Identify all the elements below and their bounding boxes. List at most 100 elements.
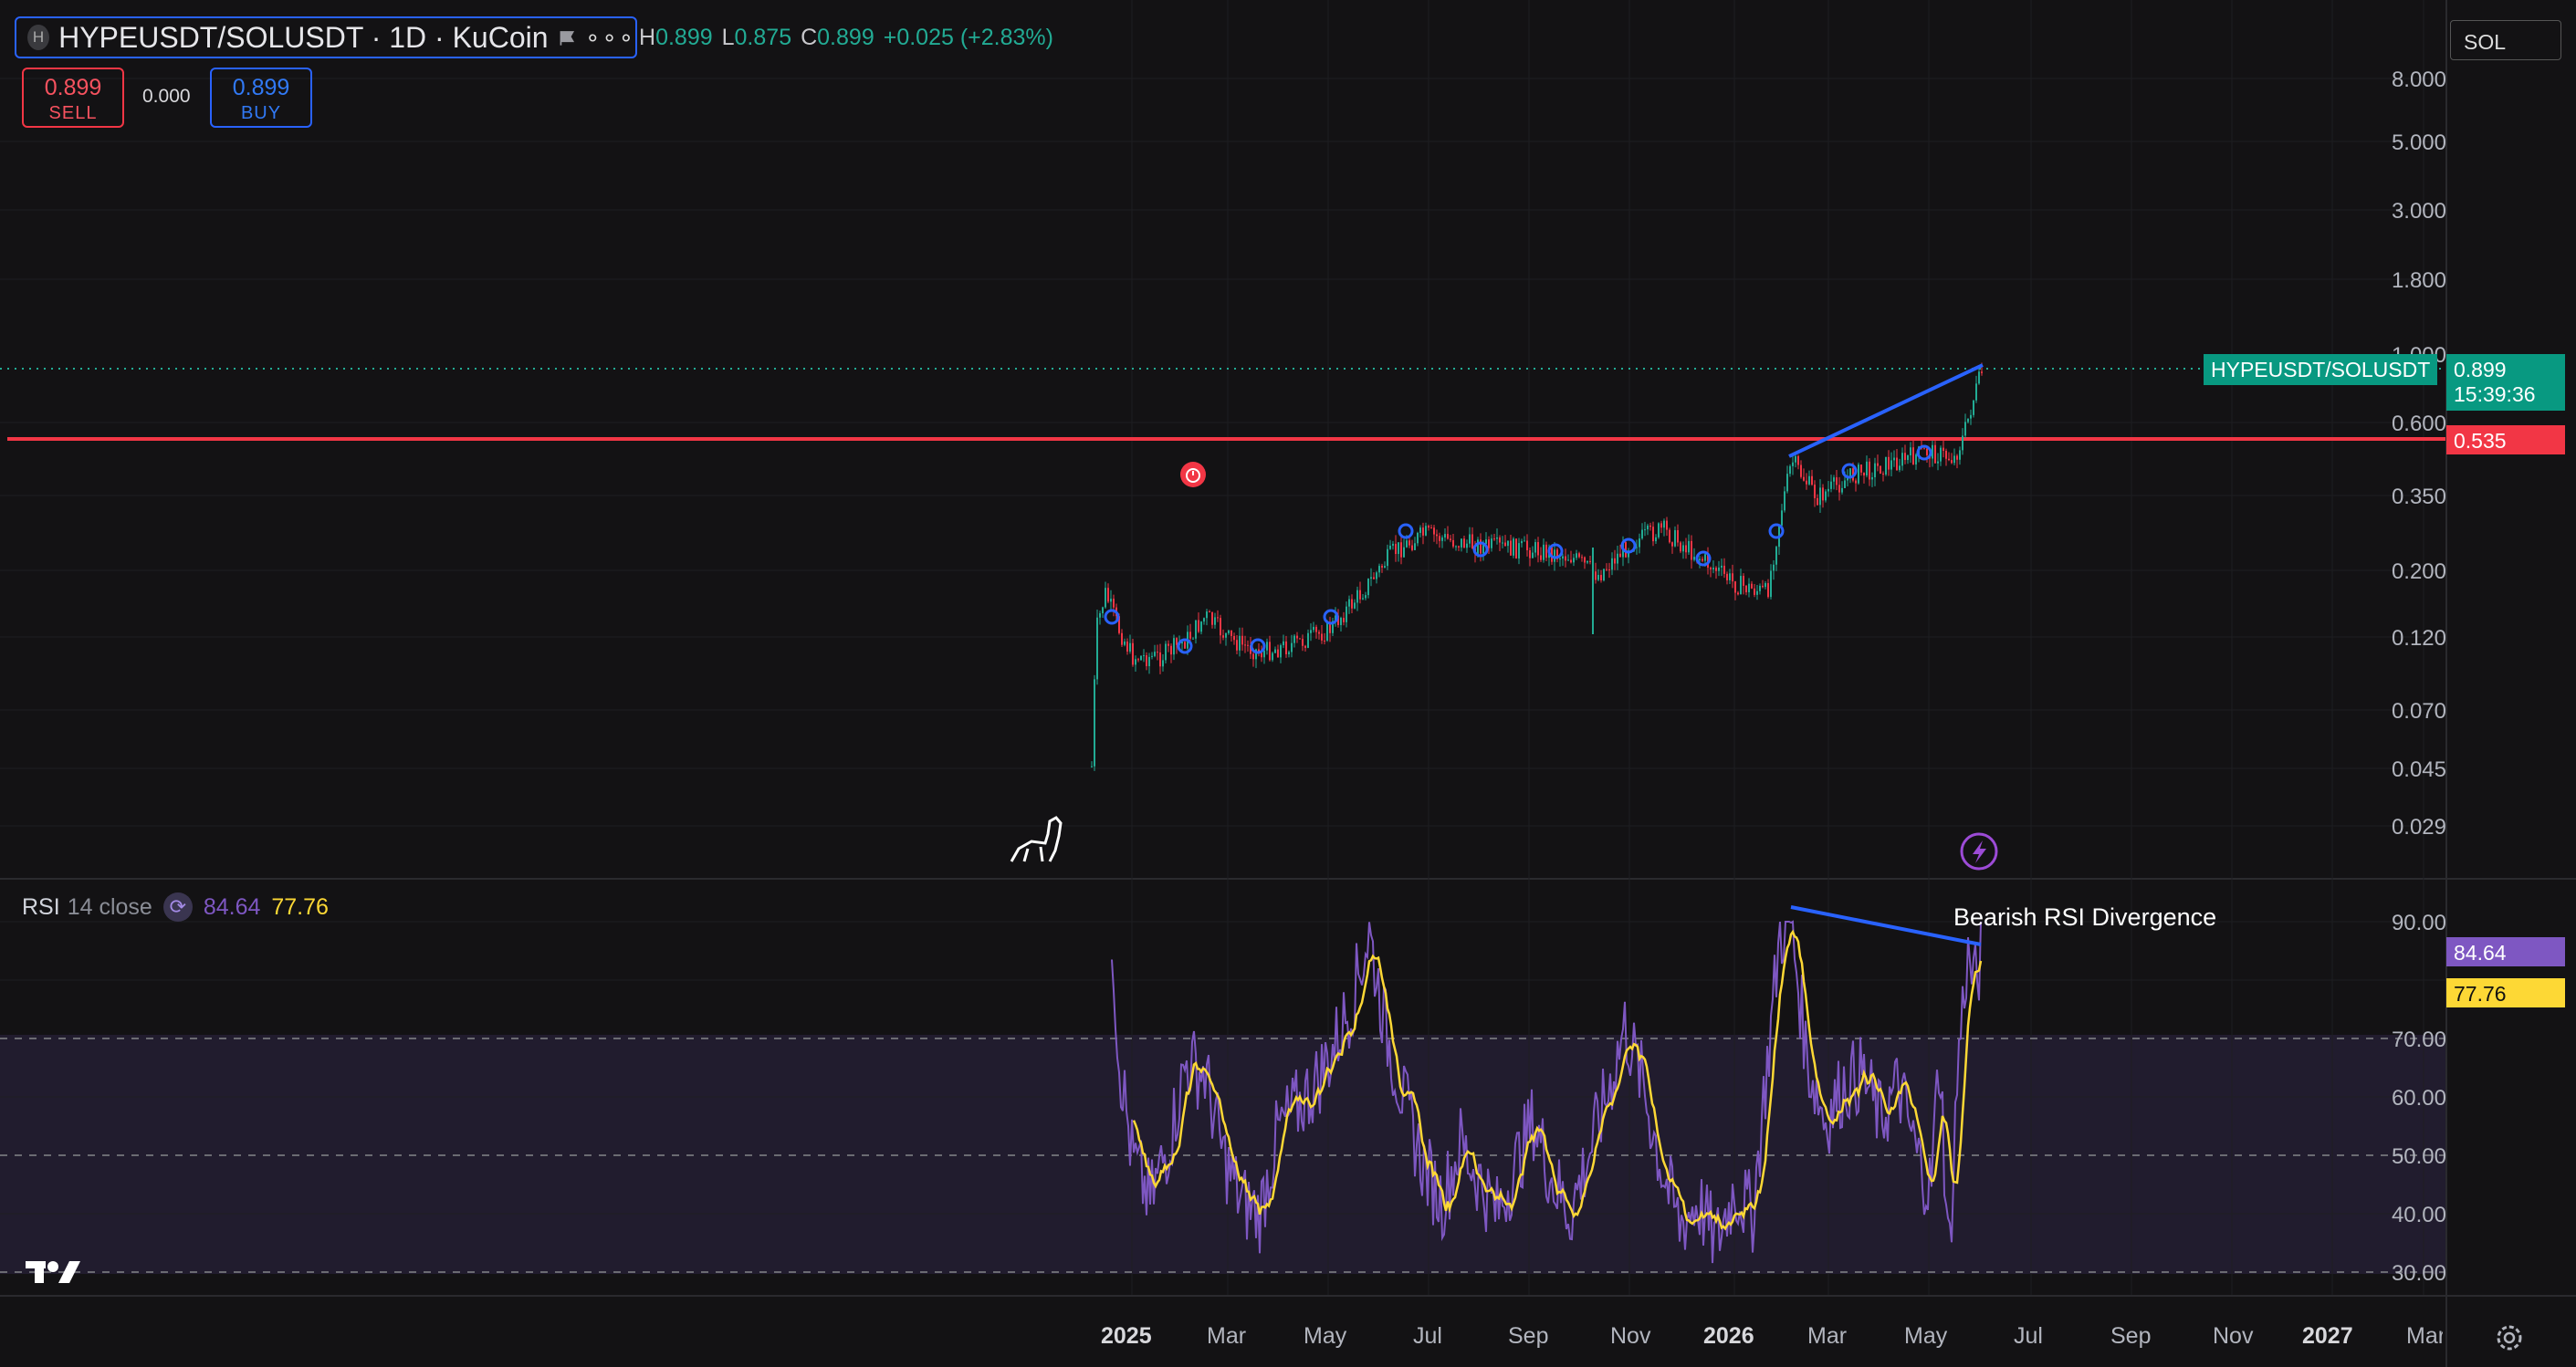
candle-body [1784, 491, 1785, 511]
candle-body [1094, 679, 1095, 767]
price-tick: 5.000 [2391, 130, 2446, 155]
candle-body [1674, 530, 1676, 547]
candle-body [1230, 630, 1232, 636]
candle-body [1970, 414, 1972, 419]
sell-button[interactable]: 0.899 SELL [22, 68, 124, 128]
candle-body [1737, 592, 1739, 595]
candle-body [1124, 642, 1126, 645]
candle-body [1611, 558, 1613, 570]
candle-body [1586, 560, 1588, 563]
settings-gear-icon[interactable] [2497, 1325, 2522, 1351]
candle-body [1734, 581, 1736, 593]
candle-body [1671, 542, 1673, 547]
candle-body [1786, 474, 1788, 492]
candle-body [1655, 537, 1657, 542]
candle-body [1751, 583, 1753, 589]
candle-body [1214, 617, 1216, 625]
candle-body [1504, 542, 1506, 547]
candle-body [1277, 649, 1279, 658]
candle-body [1310, 630, 1312, 633]
candle-body [1266, 642, 1268, 651]
candle-body [1677, 530, 1679, 543]
currency-selector[interactable]: SOL [2450, 20, 2561, 60]
rsi-trendline[interactable] [1790, 905, 1982, 946]
rsi-tick: 70.00 [2391, 1028, 2446, 1052]
candle-body [1518, 543, 1520, 558]
candle-body [1302, 638, 1304, 646]
price-tick: 0.350 [2391, 485, 2446, 509]
symbol-title[interactable]: HYPEUSDT/SOLUSDT · 1D · KuCoin [58, 21, 548, 55]
candle-body [1866, 461, 1868, 476]
candle-body [1743, 576, 1744, 586]
candle-body [1261, 652, 1262, 658]
candle-body [1444, 534, 1446, 537]
candle-body [1529, 550, 1531, 558]
candle-body [1773, 564, 1775, 571]
time-label: May [1904, 1323, 1948, 1349]
candle-body [1803, 476, 1805, 481]
candle-body [1559, 558, 1561, 560]
candle-body [1209, 611, 1210, 613]
candle-body [1217, 617, 1219, 619]
candle-body [1469, 534, 1471, 544]
candle-body [1893, 457, 1895, 461]
candle-body [1389, 545, 1391, 549]
candle-body [1373, 577, 1375, 579]
last-price-tag: 0.899 15:39:36 [2446, 354, 2565, 411]
refresh-icon[interactable]: ⟳ [162, 892, 193, 922]
chart-canvas[interactable] [0, 0, 2576, 1367]
candle-body [1663, 520, 1665, 528]
candle-body [1819, 487, 1821, 506]
candle-body [1272, 652, 1273, 661]
candle-body [1450, 538, 1451, 540]
candle-body [1748, 583, 1750, 593]
buy-button[interactable]: 0.899 BUY [210, 68, 312, 128]
candle-body [1767, 583, 1769, 598]
candle-body [1110, 599, 1112, 602]
candle-body [1910, 447, 1911, 456]
candle-body [1348, 599, 1350, 607]
rsi-value-tag: 84.64 [2446, 937, 2565, 966]
candle-body [1712, 568, 1714, 569]
rsi-legend[interactable]: RSI 14 close ⟳ 84.64 77.76 [22, 892, 329, 922]
candle-body [1132, 642, 1134, 665]
candle-body [1882, 473, 1884, 475]
time-label: Jul [2014, 1323, 2043, 1349]
candle-body [1288, 652, 1290, 654]
candle-body [1888, 456, 1890, 470]
candle-body [1387, 548, 1388, 567]
candle-body [1398, 542, 1399, 555]
candle-body [1723, 565, 1725, 574]
candle-body [1381, 566, 1383, 568]
high-value: 0.899 [655, 25, 713, 50]
price-tick: 0.600 [2391, 412, 2446, 436]
candle-body [1860, 464, 1862, 473]
candle-body [1540, 555, 1542, 560]
change-value: +0.025 (+2.83%) [883, 25, 1053, 50]
rsi-name: RSI [22, 893, 60, 920]
candle-body [1354, 602, 1356, 609]
candle-body [1573, 558, 1575, 563]
candle-body [1417, 532, 1419, 544]
candle-body [1567, 559, 1569, 561]
candle-body [1291, 642, 1293, 652]
candle-body [1458, 546, 1460, 548]
candle-body [1340, 618, 1342, 625]
candle-body [1710, 568, 1712, 569]
candle-body [1452, 539, 1454, 547]
candle-body [1378, 566, 1380, 573]
divergence-annotation[interactable]: Bearish RSI Divergence [1953, 903, 2216, 932]
candle-body [1869, 461, 1870, 480]
candle-body [1649, 525, 1651, 527]
candle-body [1422, 527, 1424, 536]
time-label: Mar [1207, 1323, 1247, 1349]
alarm-clock-icon[interactable] [1180, 462, 1206, 487]
symbol-selector[interactable]: H HYPEUSDT/SOLUSDT · 1D · KuCoin ∘∘∘ [15, 16, 637, 58]
candle-body [1806, 480, 1807, 485]
price-tick: 8.000 [2391, 68, 2446, 92]
more-dots-icon[interactable]: ∘∘∘ [585, 24, 635, 52]
candle-body [1400, 542, 1402, 558]
candle-body [1206, 611, 1208, 619]
spread-value: 0.000 [142, 86, 191, 107]
flag-icon[interactable] [558, 28, 577, 47]
